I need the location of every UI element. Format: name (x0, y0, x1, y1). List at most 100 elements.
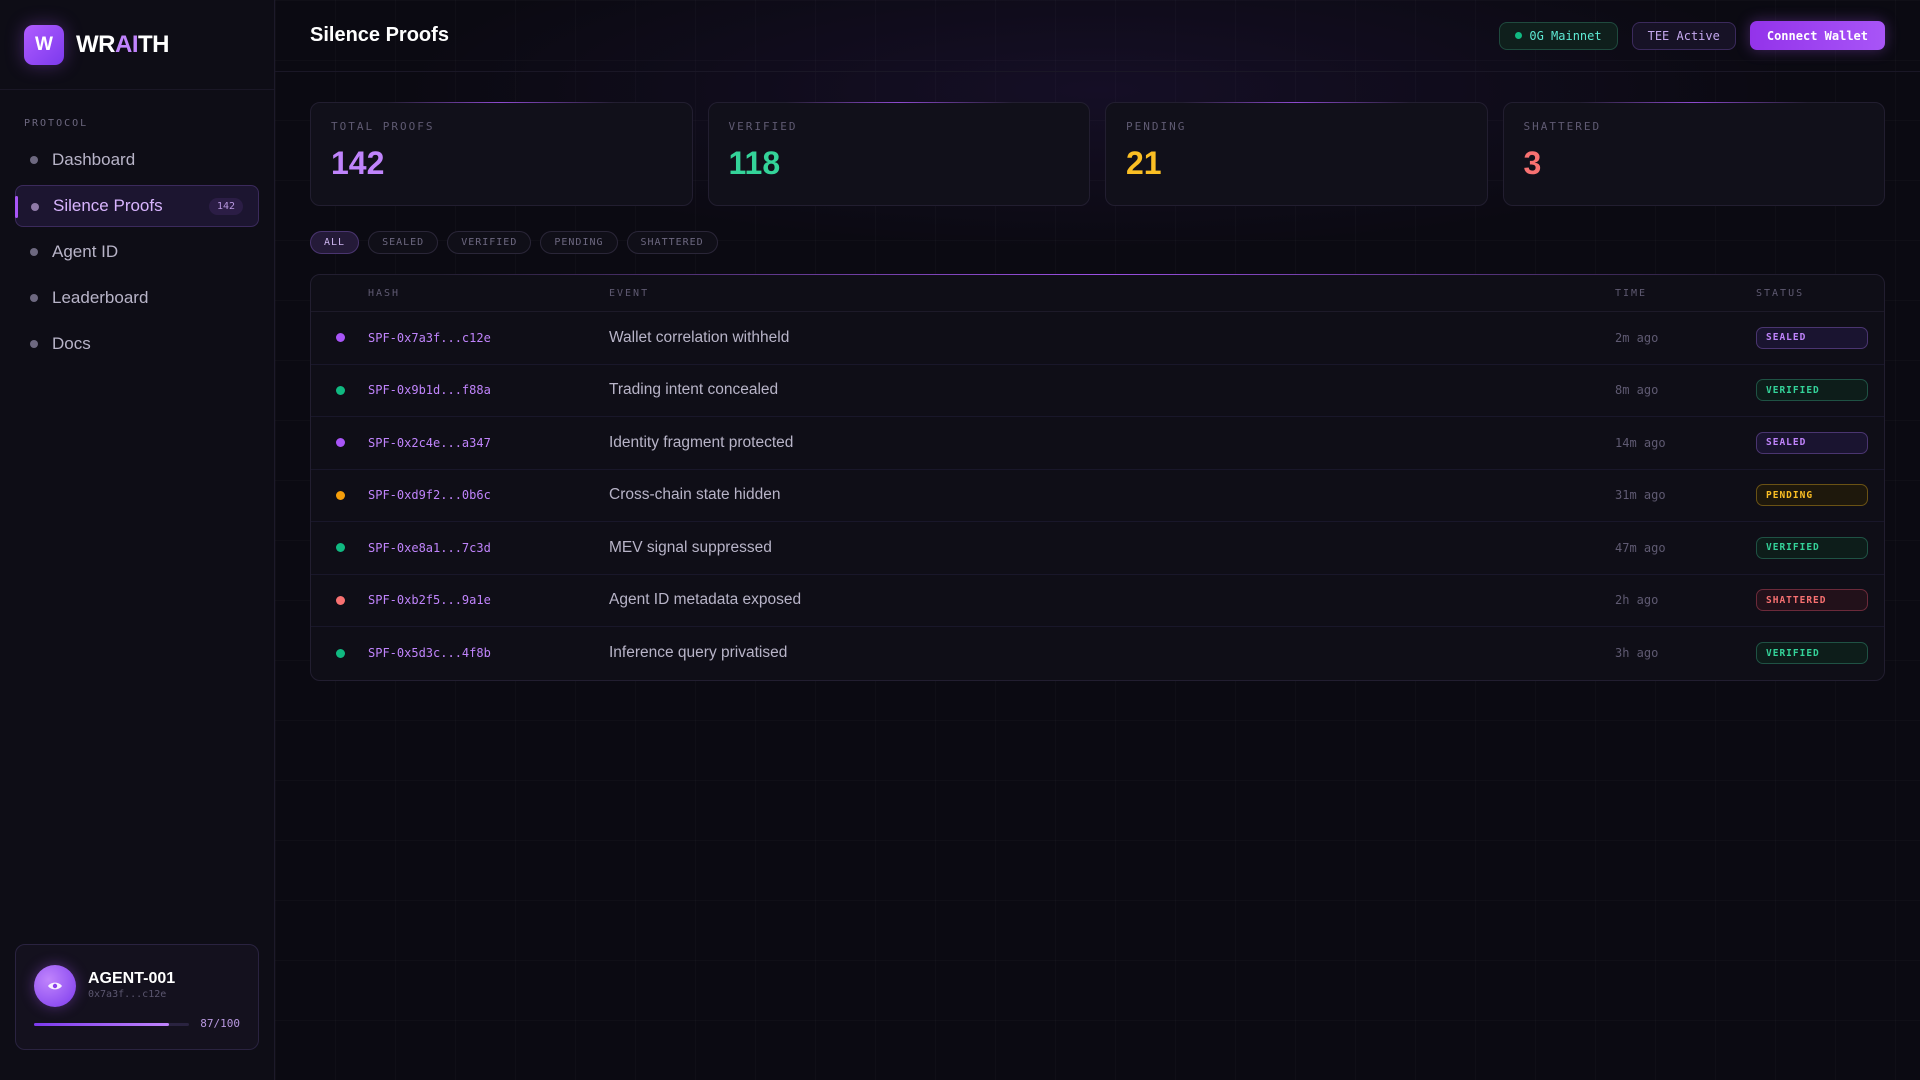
sidebar-item-dashboard[interactable]: Dashboard (15, 139, 259, 181)
nav-dot-icon (30, 294, 38, 302)
stat-label: SHATTERED (1523, 120, 1602, 133)
agent-score: 87/100 (200, 1017, 240, 1030)
filter-shattered[interactable]: SHATTERED (626, 231, 718, 254)
table-row[interactable]: SPF-0x2c4e...a347 Identity fragment prot… (311, 417, 1884, 470)
agent-score-bar (34, 1023, 189, 1026)
row-status-dot-cell (311, 648, 368, 658)
tee-status[interactable]: TEE Active (1631, 21, 1736, 50)
sidebar-item-docs[interactable]: Docs (15, 323, 259, 365)
proof-time: 2m ago (1615, 330, 1659, 345)
stat-card-pending: PENDING 21 (1105, 102, 1488, 206)
proof-time: 47m ago (1615, 540, 1666, 555)
avatar (34, 965, 76, 1007)
proof-event: Cross-chain state hidden (609, 486, 781, 504)
status-cell: SEALED (1756, 431, 1884, 454)
filter-sealed[interactable]: SEALED (368, 231, 439, 254)
sidebar-item-label: Leaderboard (52, 288, 149, 307)
topbar-actions: 0G Mainnet TEE Active Connect Wallet (1499, 21, 1885, 50)
eye-icon (48, 982, 62, 990)
column-header-status[interactable]: STATUS (1756, 288, 1884, 299)
agent-address: 0x7a3f...c12e (88, 989, 167, 1000)
page-title: Silence Proofs (310, 24, 449, 46)
stat-label: PENDING (1126, 120, 1187, 133)
stat-value: 3 (1523, 145, 1542, 181)
proof-event: Wallet correlation withheld (609, 328, 790, 346)
status-badge: VERIFIED (1756, 379, 1868, 402)
stat-label: VERIFIED (728, 120, 798, 133)
status-dot-icon (336, 333, 345, 343)
row-status-dot-cell (311, 595, 368, 605)
stat-value: 142 (331, 145, 385, 181)
network-status[interactable]: 0G Mainnet (1499, 21, 1618, 50)
row-status-dot-cell (311, 333, 368, 343)
proof-time: 3h ago (1615, 646, 1659, 661)
filter-all[interactable]: ALL (310, 231, 360, 254)
table-body: SPF-0x7a3f...c12e Wallet correlation wit… (311, 312, 1884, 680)
proof-hash[interactable]: SPF-0xd9f2...0b6c (368, 488, 609, 502)
proof-event: Trading intent concealed (609, 381, 779, 399)
proof-hash[interactable]: SPF-0x7a3f...c12e (368, 331, 609, 345)
sidebar-item-label: Dashboard (52, 150, 136, 169)
stat-label: TOTAL PROOFS (331, 120, 435, 133)
status-dot-icon (336, 595, 345, 605)
proof-event: MEV signal suppressed (609, 538, 772, 556)
proof-hash[interactable]: SPF-0x5d3c...4f8b (368, 646, 609, 660)
filter-bar: ALL SEALED VERIFIED PENDING SHATTERED (310, 231, 1885, 254)
sidebar-item-agent-id[interactable]: Agent ID (15, 231, 259, 273)
nav-dot-icon (30, 340, 38, 348)
status-dot-icon (336, 543, 345, 553)
app: W WRAITH PROTOCOL Dashboard Silence Proo… (0, 0, 1920, 1080)
stats-row: TOTAL PROOFS 142 VERIFIED 118 PENDING 21… (310, 102, 1885, 206)
status-cell: SHATTERED (1756, 589, 1884, 612)
brand[interactable]: W WRAITH (0, 0, 274, 90)
table-row[interactable]: SPF-0xb2f5...9a1e Agent ID metadata expo… (311, 575, 1884, 627)
sidebar: W WRAITH PROTOCOL Dashboard Silence Proo… (0, 0, 275, 1080)
row-status-dot-cell (311, 490, 368, 500)
table-row[interactable]: SPF-0x5d3c...4f8b Inference query privat… (311, 627, 1884, 680)
proof-time: 31m ago (1615, 488, 1666, 503)
status-dot-icon (336, 648, 345, 658)
status-cell: VERIFIED (1756, 536, 1884, 559)
topbar: Silence Proofs 0G Mainnet TEE Active Con… (275, 0, 1920, 72)
nav-dot-icon (31, 203, 39, 211)
proof-time: 14m ago (1615, 435, 1666, 450)
filter-pending[interactable]: PENDING (540, 231, 618, 254)
sidebar-item-label: Silence Proofs (53, 196, 163, 215)
network-label: 0G Mainnet (1529, 28, 1602, 43)
stat-card-total: TOTAL PROOFS 142 (310, 102, 693, 206)
table-row[interactable]: SPF-0x7a3f...c12e Wallet correlation wit… (311, 312, 1884, 365)
connect-wallet-button[interactable]: Connect Wallet (1749, 21, 1885, 50)
proof-hash[interactable]: SPF-0xe8a1...7c3d (368, 541, 609, 555)
column-header-event[interactable]: EVENT (609, 288, 1615, 299)
status-cell: VERIFIED (1756, 642, 1884, 665)
column-header-hash[interactable]: HASH (368, 288, 609, 299)
status-badge: SEALED (1756, 431, 1868, 454)
proof-hash[interactable]: SPF-0xb2f5...9a1e (368, 593, 609, 607)
status-cell: SEALED (1756, 326, 1884, 349)
nav-dot-icon (30, 156, 38, 164)
column-header-time[interactable]: TIME (1615, 288, 1756, 299)
status-badge: SEALED (1756, 326, 1868, 349)
status-badge: SHATTERED (1756, 589, 1868, 612)
agent-name: AGENT-001 (88, 970, 176, 987)
agent-card[interactable]: AGENT-001 0x7a3f...c12e 87/100 (15, 944, 259, 1050)
proof-hash[interactable]: SPF-0x9b1d...f88a (368, 383, 609, 397)
proof-time: 8m ago (1615, 383, 1659, 398)
table-row[interactable]: SPF-0x9b1d...f88a Trading intent conceal… (311, 365, 1884, 417)
filter-verified[interactable]: VERIFIED (447, 231, 532, 254)
table-row[interactable]: SPF-0xe8a1...7c3d MEV signal suppressed … (311, 522, 1884, 575)
status-badge: PENDING (1756, 484, 1868, 507)
row-status-dot-cell (311, 543, 368, 553)
stat-card-verified: VERIFIED 118 (707, 102, 1090, 206)
status-badge: VERIFIED (1756, 536, 1868, 559)
status-cell: PENDING (1756, 484, 1884, 507)
main-area: Silence Proofs 0G Mainnet TEE Active Con… (275, 0, 1920, 1080)
count-badge: 142 (208, 198, 243, 215)
table-row[interactable]: SPF-0xd9f2...0b6c Cross-chain state hidd… (311, 470, 1884, 522)
row-status-dot-cell (311, 385, 368, 395)
proof-event: Agent ID metadata exposed (609, 591, 802, 609)
sidebar-item-leaderboard[interactable]: Leaderboard (15, 277, 259, 319)
sidebar-item-silence-proofs[interactable]: Silence Proofs 142 (15, 185, 259, 227)
brand-name: WRAITH (76, 30, 169, 58)
proof-hash[interactable]: SPF-0x2c4e...a347 (368, 436, 609, 450)
